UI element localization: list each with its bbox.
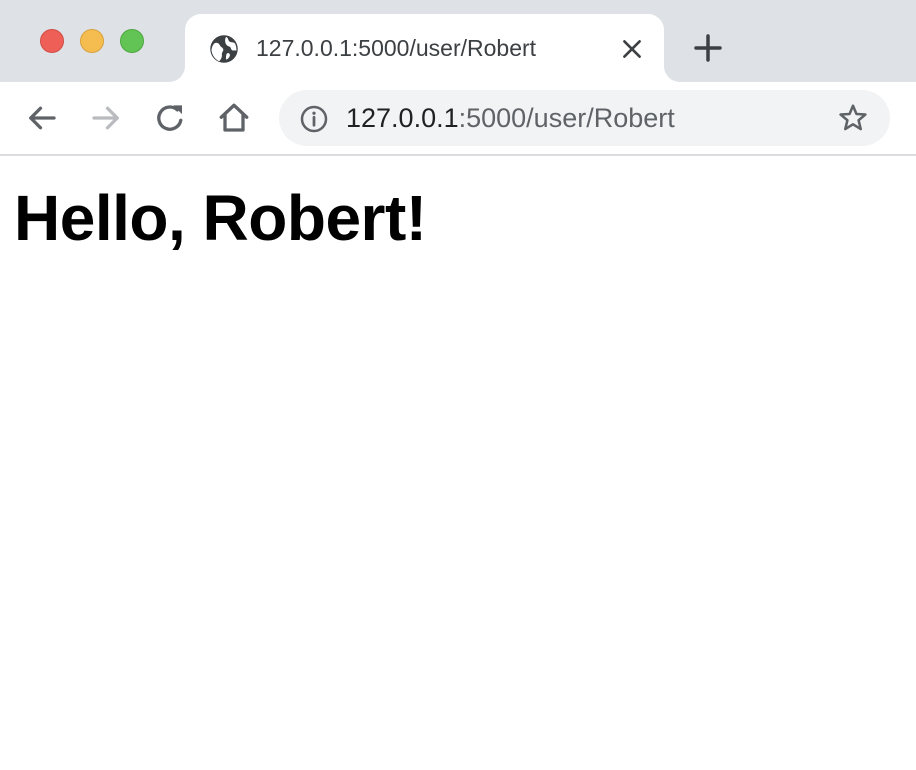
plus-icon[interactable] [692, 32, 724, 64]
browser-window: 127.0.0.1:5000/user/Robert 127.0.0.1:500… [0, 0, 916, 770]
close-icon[interactable] [619, 36, 645, 62]
tab-active[interactable]: 127.0.0.1:5000/user/Robert [185, 14, 664, 82]
window-close-button[interactable] [40, 29, 64, 53]
page-content: Hello, Robert! [0, 156, 916, 770]
url-path: :5000/user/Robert [458, 103, 675, 133]
window-zoom-button[interactable] [120, 29, 144, 53]
tab-strip: 127.0.0.1:5000/user/Robert [0, 0, 916, 82]
browser-toolbar: 127.0.0.1:5000/user/Robert [0, 82, 916, 156]
info-icon[interactable] [299, 104, 329, 134]
window-minimize-button[interactable] [80, 29, 104, 53]
address-bar[interactable]: 127.0.0.1:5000/user/Robert [279, 90, 890, 146]
tab-title: 127.0.0.1:5000/user/Robert [256, 35, 537, 61]
home-icon[interactable] [216, 100, 252, 136]
star-icon[interactable] [837, 102, 869, 134]
globe-icon [210, 35, 238, 63]
url-text[interactable]: 127.0.0.1:5000/user/Robert [346, 102, 675, 134]
reload-icon[interactable] [152, 100, 188, 136]
url-host: 127.0.0.1 [346, 103, 459, 133]
arrow-right-icon[interactable] [88, 100, 124, 136]
page-heading: Hello, Robert! [14, 182, 427, 254]
arrow-left-icon[interactable] [24, 100, 60, 136]
